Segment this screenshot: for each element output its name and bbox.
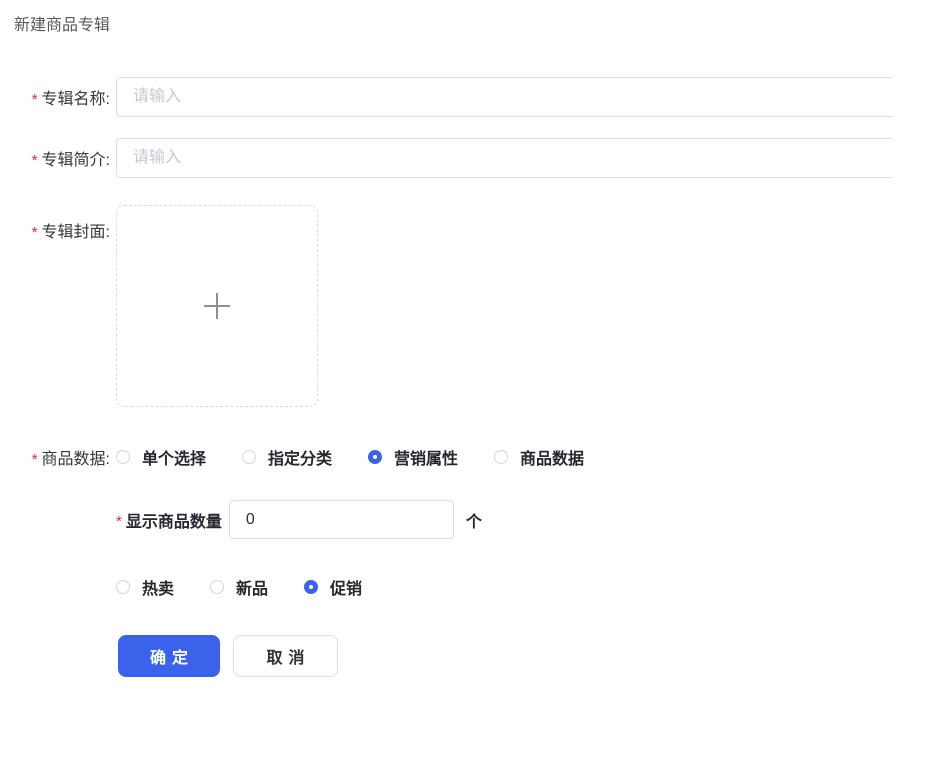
radio-option-single-select[interactable]: 单个选择 — [116, 445, 206, 469]
form-actions-row: 确定 取消 — [118, 635, 930, 677]
new-album-form: * 专辑名称: * 专辑简介: * 专辑封面: — [0, 77, 930, 677]
radio-option-label: 营销属性 — [394, 445, 458, 469]
radio-option-label: 单个选择 — [142, 445, 206, 469]
radio-option-new-product[interactable]: 新品 — [210, 575, 268, 599]
page-title: 新建商品专辑 — [14, 15, 930, 37]
required-asterisk: * — [32, 88, 38, 107]
album-cover-label-text: 专辑封面: — [42, 218, 110, 242]
display-quantity-input[interactable] — [229, 500, 454, 539]
radio-selected-icon — [304, 580, 318, 594]
radio-selected-icon — [368, 450, 382, 464]
radio-circle-icon — [210, 580, 224, 594]
album-name-label: * 专辑名称: — [14, 85, 110, 109]
radio-option-label: 新品 — [236, 575, 268, 599]
confirm-button-label: 确定 — [150, 644, 194, 668]
cancel-button[interactable]: 取消 — [233, 635, 338, 677]
radio-circle-icon — [116, 580, 130, 594]
radio-option-marketing-attribute[interactable]: 营销属性 — [368, 445, 458, 469]
product-data-label-text: 商品数据: — [42, 445, 110, 469]
album-cover-row: * 专辑封面: — [14, 205, 930, 407]
album-cover-label: * 专辑封面: — [14, 205, 110, 242]
album-name-label-text: 专辑名称: — [42, 85, 110, 109]
display-quantity-row: * 显示商品数量 个 — [116, 500, 930, 539]
radio-option-specified-category[interactable]: 指定分类 — [242, 445, 332, 469]
marketing-tag-row: 热卖 新品 促销 — [116, 576, 930, 598]
album-name-input[interactable] — [116, 77, 893, 117]
required-asterisk: * — [32, 149, 38, 168]
album-intro-label: * 专辑简介: — [14, 146, 110, 170]
required-asterisk: * — [116, 510, 122, 529]
cover-upload-area[interactable] — [116, 205, 318, 407]
radio-option-label: 指定分类 — [268, 445, 332, 469]
album-intro-row: * 专辑简介: — [14, 138, 930, 178]
display-quantity-label: 显示商品数量 — [126, 508, 222, 532]
radio-option-product-data[interactable]: 商品数据 — [494, 445, 584, 469]
radio-circle-icon — [116, 450, 130, 464]
quantity-unit-label: 个 — [466, 508, 482, 532]
album-name-row: * 专辑名称: — [14, 77, 930, 117]
required-asterisk: * — [32, 221, 38, 240]
plus-icon — [203, 292, 231, 320]
radio-circle-icon — [494, 450, 508, 464]
album-intro-input[interactable] — [116, 138, 893, 178]
radio-option-label: 商品数据 — [520, 445, 584, 469]
marketing-tag-radio-group: 热卖 新品 促销 — [116, 575, 362, 599]
product-data-label: * 商品数据: — [14, 445, 110, 469]
confirm-button[interactable]: 确定 — [118, 635, 220, 677]
radio-option-label: 热卖 — [142, 575, 174, 599]
radio-option-hot-sale[interactable]: 热卖 — [116, 575, 174, 599]
album-intro-label-text: 专辑简介: — [42, 146, 110, 170]
radio-option-label: 促销 — [330, 575, 362, 599]
product-data-radio-group: 单个选择 指定分类 营销属性 商品数据 — [116, 445, 584, 469]
radio-circle-icon — [242, 450, 256, 464]
radio-option-promotion[interactable]: 促销 — [304, 575, 362, 599]
cancel-button-label: 取消 — [266, 644, 310, 668]
required-asterisk: * — [32, 448, 38, 467]
product-data-row: * 商品数据: 单个选择 指定分类 营销属性 商品数据 — [14, 446, 930, 468]
